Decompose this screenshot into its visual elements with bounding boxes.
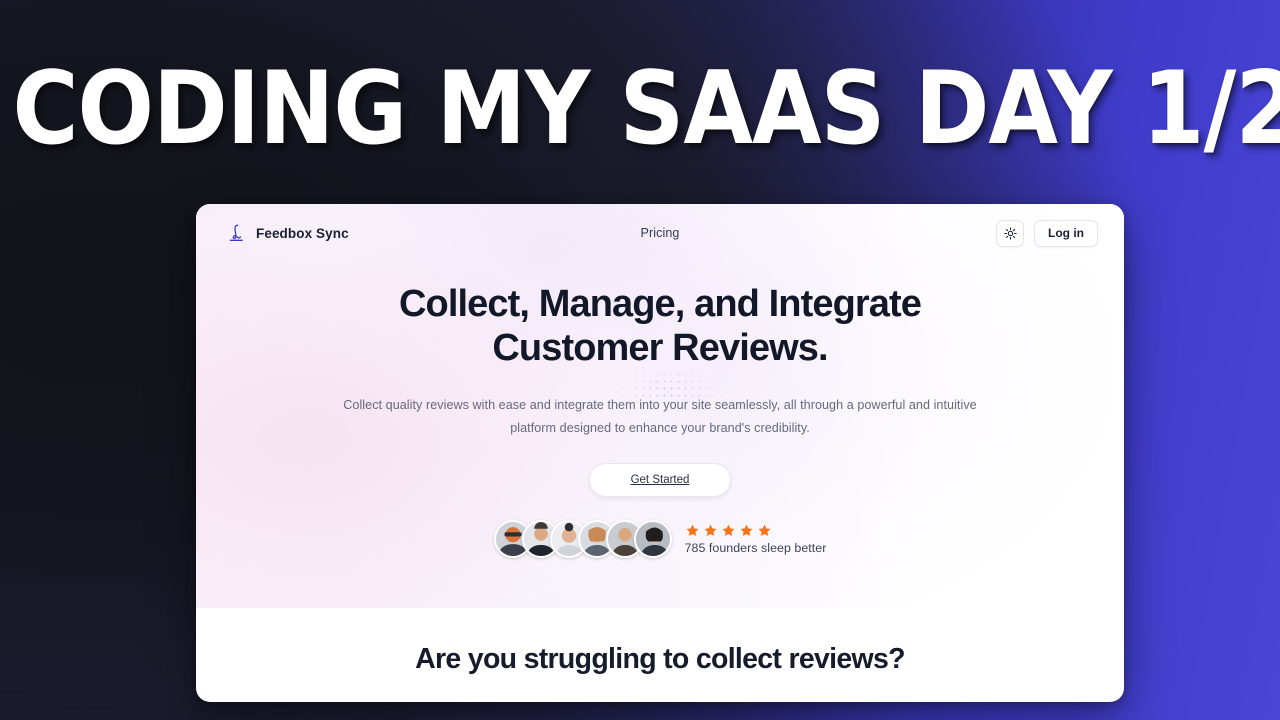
nav-links-group: Pricing (196, 224, 1124, 242)
section-heading: Are you struggling to collect reviews? (415, 643, 905, 675)
website-preview-card: Feedbox Sync Pricing Log in Collect, Man… (196, 204, 1124, 702)
star-rating (685, 523, 827, 538)
nav-actions-group: Log in (996, 219, 1098, 247)
hero-headline-line1: Collect, Manage, and Integrate (399, 283, 922, 325)
avatar (633, 519, 672, 558)
sun-icon (1003, 226, 1017, 240)
star-icon (758, 524, 771, 536)
theme-toggle-button[interactable] (996, 219, 1024, 247)
login-button[interactable]: Log in (1034, 219, 1098, 247)
video-title-text: CODING MY SAAS DAY 1/2 (12, 49, 1280, 167)
star-icon (704, 524, 717, 536)
site-navbar: Feedbox Sync Pricing Log in (196, 204, 1124, 262)
star-icon (740, 524, 753, 536)
get-started-button[interactable]: Get Started (588, 462, 732, 497)
social-proof-text: 785 founders sleep better (685, 523, 827, 555)
hero-cta-wrapper: Get Started (196, 462, 1124, 497)
nav-link-pricing[interactable]: Pricing (641, 226, 680, 240)
hero-section: Collect, Manage, and Integrate Customer … (196, 262, 1124, 558)
hero-headline: Collect, Manage, and Integrate Customer … (310, 262, 1010, 371)
lower-section: Are you struggling to collect reviews? (196, 643, 1124, 702)
avatar-stack (493, 519, 672, 558)
video-title-overlay: CODING MY SAAS DAY 1/2 (0, 58, 1280, 159)
star-icon (686, 524, 699, 536)
hero-headline-line2: Customer Reviews. (492, 326, 828, 369)
hero-subheadline: Collect quality reviews with ease and in… (343, 397, 977, 435)
star-icon (722, 524, 735, 536)
social-proof: 785 founders sleep better (196, 519, 1124, 558)
social-proof-label: 785 founders sleep better (684, 540, 827, 555)
